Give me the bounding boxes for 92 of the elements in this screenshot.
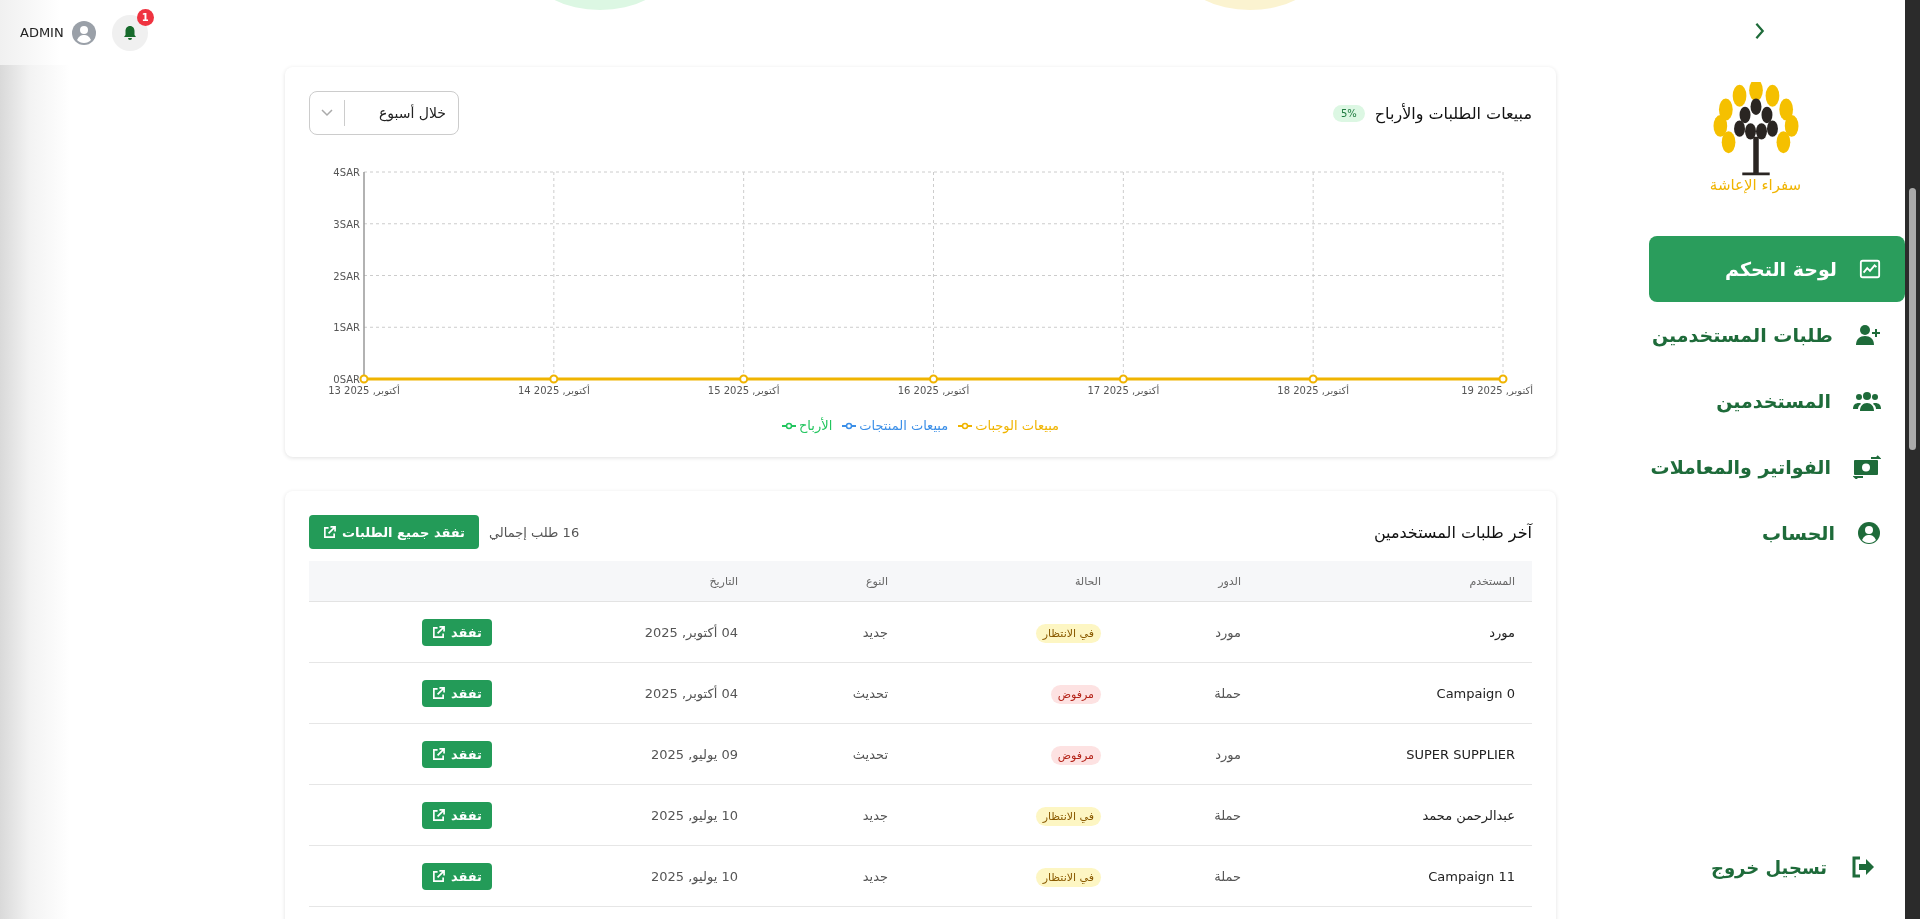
- table-cell: جديد: [755, 784, 905, 846]
- table-cell: حملة: [1118, 845, 1258, 907]
- caret-icon: [321, 109, 333, 117]
- logout-icon: [1851, 856, 1875, 878]
- table-cell: 10 يوليو, 2025: [555, 784, 755, 846]
- table-cell: جديد: [755, 845, 905, 907]
- notification-count: 1: [136, 8, 154, 26]
- data-point: [1118, 374, 1128, 384]
- view-button[interactable]: تفقد: [421, 618, 492, 646]
- legend-label[interactable]: الأرباح: [798, 418, 833, 433]
- sidebar-item[interactable]: لوحة التحكم: [1649, 236, 1905, 302]
- x-axis-label: 15 أكتوبر, 2025: [707, 385, 780, 396]
- view-button[interactable]: تفقد: [421, 740, 492, 768]
- y-axis-label: 2SAR: [333, 270, 360, 282]
- data-point: [1498, 374, 1508, 384]
- legend-label[interactable]: مبيعات الوجبات: [975, 418, 1060, 433]
- legend-marker-icon: [842, 421, 857, 430]
- external-link-icon: [431, 808, 445, 822]
- table-cell: 04 أكتوبر, 2025: [555, 601, 755, 663]
- add-user-icon: [1855, 323, 1881, 347]
- period-dropdown[interactable]: خلال أسبوع: [309, 91, 459, 135]
- table-cell: 09 يوليو, 2025: [555, 723, 755, 785]
- chart-icon: [1859, 258, 1881, 280]
- y-axis-label: 4SAR: [333, 167, 360, 178]
- card-title: مبيعات الطلبات والأرباح: [1374, 103, 1532, 123]
- column-header: الدور: [1118, 561, 1258, 602]
- data-point: [359, 374, 369, 384]
- x-axis-label: 17 أكتوبر, 2025: [1087, 385, 1160, 396]
- external-link-icon: [431, 869, 445, 883]
- table-cell: حملة: [1118, 662, 1258, 724]
- money-icon: [1853, 455, 1881, 479]
- status-badge: في الانتظار: [1035, 806, 1101, 826]
- bell-icon: [121, 24, 138, 41]
- data-point: [929, 374, 938, 384]
- table-cell: عبدالرحمن محمد: [1258, 784, 1532, 846]
- legend-marker-icon: [781, 421, 796, 430]
- table-cell: حملة: [1118, 784, 1258, 846]
- card-title: آخر طلبات المستخدمين: [1373, 522, 1532, 542]
- view-button[interactable]: تفقد: [421, 862, 492, 890]
- table-cell: مورد: [1118, 601, 1258, 663]
- y-axis-label: 3SAR: [333, 218, 360, 230]
- sidebar-item[interactable]: الحساب: [1649, 500, 1905, 566]
- table-cell: 10 يوليو, 2025: [555, 845, 755, 907]
- data-point: [549, 374, 559, 384]
- view-all-button[interactable]: تفقد جميع الطلبات: [309, 515, 479, 549]
- percent-badge: 5%: [1332, 104, 1365, 122]
- y-axis-label: 0SAR: [333, 374, 360, 385]
- table-cell: تحديث: [755, 662, 905, 724]
- status-badge: مرفوض: [1050, 684, 1101, 704]
- x-axis-label: 13 أكتوبر, 2025: [328, 385, 400, 396]
- total-count: 16 طلب إجمالي: [489, 524, 580, 540]
- logout-button[interactable]: تسجيل خروج: [1704, 855, 1905, 879]
- legend-marker-icon: [958, 421, 973, 430]
- column-header: النوع: [755, 561, 905, 602]
- sidebar-item[interactable]: الفواتير والمعاملات: [1649, 434, 1905, 500]
- view-button[interactable]: تفقد: [421, 801, 492, 829]
- table-cell: Campaign 11: [1258, 845, 1532, 907]
- status-badge: مرفوض: [1050, 745, 1101, 765]
- external-link-icon: [431, 625, 445, 639]
- column-header: المستخدم: [1258, 561, 1532, 602]
- scrollbar[interactable]: [1905, 0, 1920, 919]
- external-link-icon: [431, 747, 445, 761]
- status-badge: في الانتظار: [1035, 867, 1101, 887]
- x-axis-label: 16 أكتوبر, 2025: [897, 385, 970, 396]
- user-name: ADMIN: [20, 25, 64, 40]
- y-axis-label: 1SAR: [333, 322, 360, 334]
- users-icon: [1853, 390, 1881, 412]
- column-header: التاريخ: [555, 561, 755, 602]
- logo-text: سفراء الإعاشة: [1709, 176, 1802, 194]
- view-button[interactable]: تفقد: [421, 679, 492, 707]
- legend-label[interactable]: مبيعات المنتجات: [859, 418, 949, 433]
- status-badge: في الانتظار: [1035, 623, 1101, 643]
- external-link-icon: [431, 686, 445, 700]
- notifications-button[interactable]: [111, 14, 148, 51]
- table-cell: مورد: [1258, 601, 1532, 663]
- x-axis-label: 14 أكتوبر, 2025: [517, 385, 590, 396]
- x-axis-label: 19 أكتوبر, 2025: [1461, 385, 1533, 396]
- table-cell: مورد: [1118, 723, 1258, 785]
- sidebar-item[interactable]: المستخدمين: [1649, 368, 1905, 434]
- account-icon: [1857, 521, 1881, 545]
- column-header: الحالة: [905, 561, 1118, 602]
- data-point: [739, 374, 749, 384]
- x-axis-label: 18 أكتوبر, 2025: [1277, 385, 1350, 396]
- table-cell: جديد: [755, 601, 905, 663]
- sidebar-item[interactable]: طلبات المستخدمين: [1649, 302, 1905, 368]
- user-avatar-icon[interactable]: [71, 20, 96, 45]
- external-link-icon: [323, 525, 336, 539]
- table-cell: 04 أكتوبر, 2025: [555, 662, 755, 724]
- table-cell: SUPER SUPPLIER: [1258, 723, 1532, 785]
- table-cell: Campaign 0: [1258, 662, 1532, 724]
- table-cell: تحديث: [755, 723, 905, 785]
- data-point: [1308, 374, 1318, 384]
